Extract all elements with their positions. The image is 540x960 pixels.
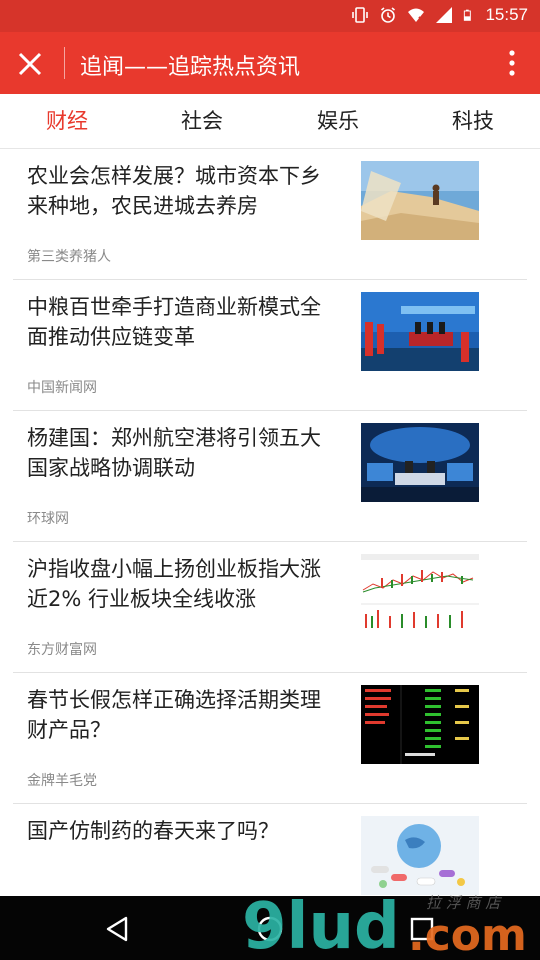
news-headline: 农业会怎样发展？城市资本下乡来种地，农民进城去养房 xyxy=(27,164,321,218)
news-headline: 中粮百世牵手打造商业新模式全面推动供应链变革 xyxy=(27,295,321,349)
tab-finance[interactable]: 财经 xyxy=(17,94,117,148)
news-item[interactable]: 春节长假怎样正确选择活期类理财产品？ 金牌羊毛党 xyxy=(13,672,527,804)
recent-apps-icon[interactable] xyxy=(405,912,439,946)
news-source: 中国新闻网 xyxy=(27,380,97,396)
stock-quote-screen-thumbnail xyxy=(361,685,479,764)
news-headline: 杨建国：郑州航空港将引领五大国家战略协调联动 xyxy=(27,426,321,480)
tab-technology[interactable]: 科技 xyxy=(423,94,523,148)
news-source: 东方财富网 xyxy=(27,642,97,658)
appbar-divider xyxy=(64,47,65,79)
tab-society[interactable]: 社会 xyxy=(152,94,252,148)
news-headline: 春节长假怎样正确选择活期类理财产品？ xyxy=(27,688,321,742)
status-bar: 15:57 xyxy=(0,0,540,32)
news-headline: 沪指收盘小幅上扬创业板指大涨近2% 行业板块全线收涨 xyxy=(27,557,321,611)
system-navigation-bar xyxy=(0,896,540,960)
stock-chart-thumbnail xyxy=(361,554,479,633)
pills-globe-thumbnail xyxy=(361,816,479,895)
category-tabs: 财经 社会 娱乐 科技 xyxy=(0,94,540,149)
signal-icon xyxy=(436,7,453,23)
close-icon[interactable] xyxy=(14,48,46,80)
news-item[interactable]: 农业会怎样发展？城市资本下乡来种地，农民进城去养房 第三类养猪人 xyxy=(13,148,527,280)
news-source: 环球网 xyxy=(27,511,69,527)
news-headline: 国产仿制药的春天来了吗？ xyxy=(27,819,279,843)
tab-entertainment[interactable]: 娱乐 xyxy=(288,94,388,148)
page-title: 追闻——追踪热点资讯 xyxy=(80,55,301,80)
news-source: 第三类养猪人 xyxy=(27,249,111,265)
signing-ceremony-thumbnail xyxy=(361,292,479,371)
news-item[interactable]: 杨建国：郑州航空港将引领五大国家战略协调联动 环球网 xyxy=(13,410,527,542)
news-item[interactable]: 沪指收盘小幅上扬创业板指大涨近2% 行业板块全线收涨 东方财富网 xyxy=(13,541,527,673)
tv-studio-thumbnail xyxy=(361,423,479,502)
news-source: 金牌羊毛党 xyxy=(27,773,97,789)
grain-thumbnail xyxy=(361,161,479,240)
wifi-off-icon xyxy=(408,8,426,23)
status-time: 15:57 xyxy=(485,5,528,24)
app-bar: 追闻——追踪热点资讯 xyxy=(0,32,540,94)
status-icons: 15:57 xyxy=(351,5,528,25)
battery-icon xyxy=(464,9,472,21)
news-item[interactable]: 中粮百世牵手打造商业新模式全面推动供应链变革 中国新闻网 xyxy=(13,279,527,411)
more-options-icon[interactable] xyxy=(504,48,520,78)
alarm-icon xyxy=(381,7,396,23)
back-icon[interactable] xyxy=(100,912,134,946)
vibrate-icon xyxy=(352,7,369,23)
home-icon[interactable] xyxy=(253,912,287,946)
